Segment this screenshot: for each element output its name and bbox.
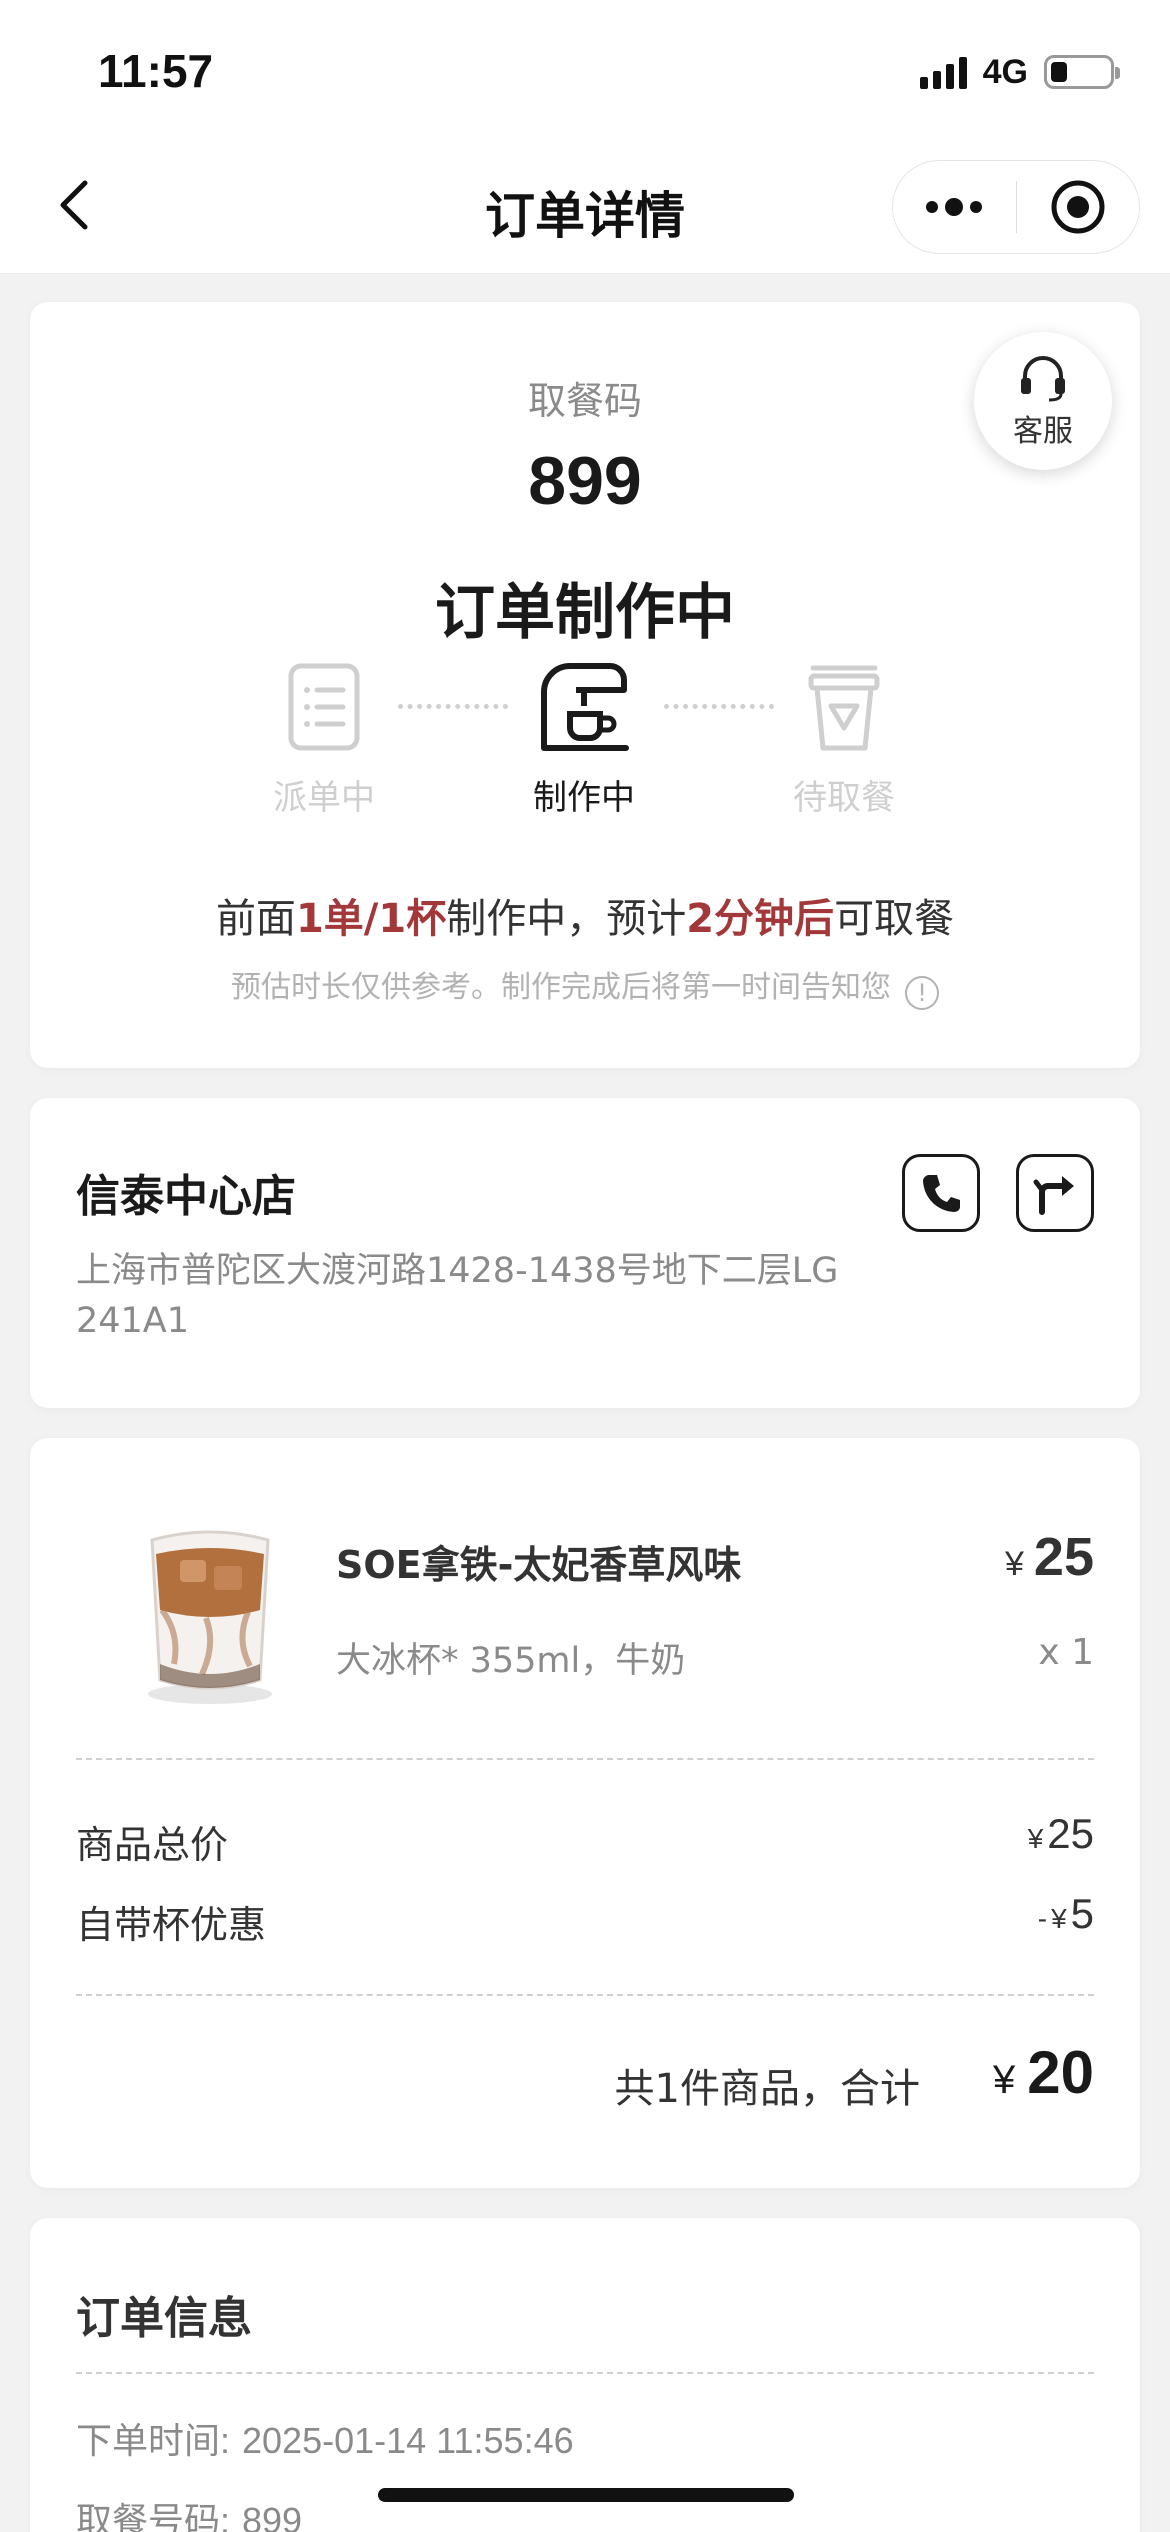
total-amount: 20 xyxy=(1027,2039,1094,2106)
target-circle-icon xyxy=(1051,180,1105,234)
info-icon[interactable]: ! xyxy=(905,976,939,1010)
divider xyxy=(76,1758,1094,1760)
order-info-title: 订单信息 xyxy=(76,2293,252,2344)
product-image xyxy=(148,1530,272,1704)
product-spec: 大冰杯* 355ml，牛奶 xyxy=(336,1641,686,1681)
estimate-note: 预估时长仅供参考。制作完成后将第一时间告知您! xyxy=(30,962,1140,1010)
order-list-icon xyxy=(288,663,360,751)
product-card: SOE拿铁-太妃香草风味 ¥25 大冰杯* 355ml，牛奶 x 1 商品总价 … xyxy=(30,1438,1140,2188)
currency-symbol: ¥ xyxy=(993,2058,1016,2102)
coffee-machine-icon xyxy=(541,663,629,751)
currency-symbol: ¥ xyxy=(1005,1545,1024,1583)
phone-icon xyxy=(923,1175,960,1212)
product-price: ¥25 xyxy=(1005,1526,1094,1588)
store-address: 上海市普陀区大渡河路1428-1438号地下二层LG 241A1 xyxy=(76,1251,839,1341)
call-store-button[interactable] xyxy=(902,1154,980,1232)
step-connector xyxy=(664,704,774,709)
product-name: SOE拿铁-太妃香草风味 xyxy=(336,1543,742,1587)
step-label-dispatching: 派单中 xyxy=(273,778,375,818)
status-time: 11:57 xyxy=(98,45,214,97)
estimate-time: 2分钟后 xyxy=(686,896,835,942)
step-label-ready: 待取餐 xyxy=(793,778,895,818)
discount-value: - ¥5 xyxy=(1038,1890,1094,1938)
store-card: 信泰中心店 上海市普陀区大渡河路1428-1438号地下二层LG 241A1 xyxy=(30,1098,1140,1408)
pickup-number-value: 899 xyxy=(242,2500,303,2532)
order-state-title: 订单制作中 xyxy=(435,578,735,648)
estimate-part: 可取餐 xyxy=(834,896,955,942)
order-time-label: 下单时间: xyxy=(76,2420,231,2461)
estimate-note-text: 预估时长仅供参考。制作完成后将第一时间告知您 xyxy=(231,970,891,1005)
divider xyxy=(76,2372,1094,2374)
step-connector xyxy=(398,704,508,709)
network-type: 4G xyxy=(982,52,1028,91)
pickup-number-row: 取餐号码: 899 xyxy=(76,2492,302,2532)
product-qty: x 1 xyxy=(1038,1632,1094,1673)
discount-amount: 5 xyxy=(1070,1890,1094,1937)
step-dispatching: 派单中 xyxy=(244,662,404,819)
minus-sign: - xyxy=(1037,1903,1048,1934)
subtotal-label: 商品总价 xyxy=(76,1823,229,1867)
mini-program-capsule xyxy=(892,160,1140,254)
estimate-text: 前面1单/1杯制作中，预计2分钟后可取餐 xyxy=(30,886,1140,944)
navigate-button[interactable] xyxy=(1016,1154,1094,1232)
step-label-making: 制作中 xyxy=(533,778,635,818)
divider xyxy=(76,1994,1094,1996)
currency-symbol: ¥ xyxy=(1027,1823,1044,1854)
discount-label: 自带杯优惠 xyxy=(76,1903,267,1947)
currency-symbol: ¥ xyxy=(1051,1903,1067,1934)
total-label: 共1件商品，合计 xyxy=(614,2066,920,2112)
order-time-row: 下单时间: 2025-01-14 11:55:46 xyxy=(76,2412,574,2464)
more-dots-icon xyxy=(926,198,983,216)
battery-icon xyxy=(1044,55,1120,89)
pickup-code: 899 xyxy=(528,443,642,519)
step-making: 制作中 xyxy=(504,662,664,819)
subtotal-value: ¥25 xyxy=(1028,1810,1094,1858)
estimate-part: 前面 xyxy=(215,896,296,942)
home-indicator[interactable] xyxy=(378,2488,794,2502)
more-button[interactable] xyxy=(893,160,1016,254)
total-value: ¥20 xyxy=(993,2038,1094,2107)
cup-icon xyxy=(808,665,880,751)
signal-icon xyxy=(919,55,967,89)
status-bar: 11:57 4G xyxy=(0,0,1170,140)
order-status-card: 客服 取餐码 899 订单制作中 派单中 制作中 待取餐 前面1单/1杯制作中，… xyxy=(30,302,1140,1068)
order-time-value: 2025-01-14 11:55:46 xyxy=(242,2420,574,2461)
status-indicators: 4G xyxy=(919,52,1120,92)
nav-bar: 订单详情 xyxy=(0,140,1170,274)
order-info-card: 订单信息 下单时间: 2025-01-14 11:55:46 取餐号码: 899 xyxy=(30,2218,1140,2532)
store-name: 信泰中心店 xyxy=(76,1171,296,1222)
pickup-number-label: 取餐号码: xyxy=(76,2500,231,2532)
pickup-code-label: 取餐码 xyxy=(527,379,642,423)
step-ready: 待取餐 xyxy=(764,662,924,819)
estimate-part: 制作中，预计 xyxy=(446,896,687,942)
directions-icon xyxy=(1033,1176,1074,1215)
subtotal-amount: 25 xyxy=(1047,1810,1094,1857)
queue-count: 1单/1杯 xyxy=(295,896,447,942)
product-price-value: 25 xyxy=(1033,1527,1094,1587)
close-mini-program-button[interactable] xyxy=(1016,160,1139,254)
